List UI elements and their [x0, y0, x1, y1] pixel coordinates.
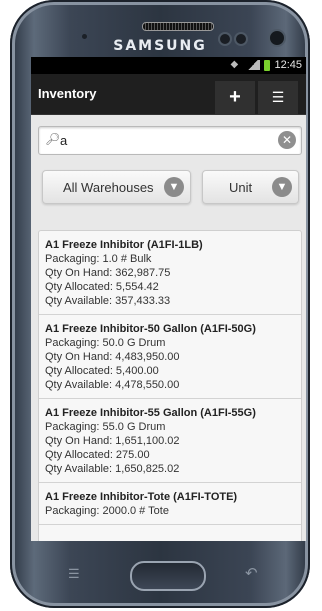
search-icon: 🔎︎	[45, 132, 61, 146]
main-content: 🔎︎ a ✕ All Warehouses ▼ Unit ▼ A1 Freeze…	[31, 115, 306, 541]
unit-select[interactable]: Unit ▼	[202, 170, 299, 204]
warehouse-select-label: All Warehouses	[63, 180, 154, 195]
clear-search-icon[interactable]: ✕	[278, 131, 296, 149]
sensor-icon	[234, 32, 248, 46]
item-name: A1 Freeze Inhibitor-Tote (A1FI-TOTE)	[45, 491, 238, 503]
list-item[interactable]: A1 Freeze Inhibitor-50 Gallon (A1FI-50G)…	[39, 315, 301, 399]
item-qty-on-hand: Qty On Hand: 1,651,100.02	[45, 435, 180, 447]
inventory-list: A1 Freeze Inhibitor (A1FI-1LB) Packaging…	[38, 230, 302, 541]
phone-top-bezel: SAMSUNG	[32, 8, 288, 58]
hardware-nav-bar: ☰ ↶	[30, 545, 290, 600]
page-title: Inventory	[38, 86, 97, 101]
warehouse-select[interactable]: All Warehouses ▼	[42, 170, 191, 204]
chevron-down-icon: ▼	[164, 177, 184, 197]
item-qty-on-hand: Qty On Hand: 4,483,950.00	[45, 351, 180, 363]
item-qty-available: Qty Available: 1,650,825.02	[45, 463, 180, 475]
status-bar: ◆ 12:45	[31, 57, 306, 74]
item-qty-available: Qty Available: 357,433.33	[45, 295, 171, 307]
item-packaging: Packaging: 2000.0 # Tote	[45, 505, 169, 517]
list-item[interactable]: A1 Freeze Inhibitor (A1FI-1LB) Packaging…	[39, 231, 301, 315]
item-name: A1 Freeze Inhibitor-50 Gallon (A1FI-50G)	[45, 323, 256, 335]
battery-icon	[264, 59, 271, 71]
home-button[interactable]	[130, 561, 206, 591]
earpiece-speaker	[142, 22, 214, 31]
unit-select-label: Unit	[229, 180, 253, 195]
signal-icon	[246, 60, 261, 70]
item-name: A1 Freeze Inhibitor (A1FI-1LB)	[45, 239, 203, 251]
item-qty-allocated: Qty Allocated: 275.00	[45, 449, 150, 461]
item-packaging: Packaging: 55.0 G Drum	[45, 421, 166, 433]
add-button[interactable]: +	[215, 81, 255, 114]
list-item[interactable]: A1 Freeze Inhibitor-55 Gallon (A1FI-55G)…	[39, 399, 301, 483]
item-qty-on-hand: Qty On Hand: 362,987.75	[45, 267, 171, 279]
search-field[interactable]: 🔎︎ a ✕	[38, 126, 302, 155]
item-qty-allocated: Qty Allocated: 5,400.00	[45, 365, 159, 377]
wifi-icon: ◆	[230, 59, 239, 70]
chevron-down-icon: ▼	[272, 177, 292, 197]
screen: ◆ 12:45 Inventory + ☰ 🔎︎ a ✕ All Warehou…	[31, 57, 306, 541]
item-name: A1 Freeze Inhibitor-55 Gallon (A1FI-55G)	[45, 407, 256, 419]
app-header: Inventory + ☰	[31, 74, 306, 115]
back-key-icon[interactable]: ↶	[245, 564, 258, 582]
list-menu-icon: ☰	[271, 89, 285, 105]
item-qty-available: Qty Available: 4,478,550.00	[45, 379, 180, 391]
menu-button[interactable]: ☰	[258, 81, 298, 114]
list-item[interactable]: A1 Freeze Inhibitor-Tote (A1FI-TOTE) Pac…	[39, 483, 301, 525]
status-time: 12:45	[274, 59, 302, 71]
item-qty-allocated: Qty Allocated: 5,554.42	[45, 281, 159, 293]
brand-logo: SAMSUNG	[113, 38, 207, 54]
sensor-icon	[218, 32, 232, 46]
item-packaging: Packaging: 1.0 # Bulk	[45, 253, 152, 265]
search-input-value[interactable]: a	[60, 133, 67, 148]
item-packaging: Packaging: 50.0 G Drum	[45, 337, 166, 349]
front-camera-icon	[268, 29, 286, 47]
plus-icon: +	[229, 86, 241, 108]
menu-key-icon[interactable]: ☰	[68, 566, 80, 582]
